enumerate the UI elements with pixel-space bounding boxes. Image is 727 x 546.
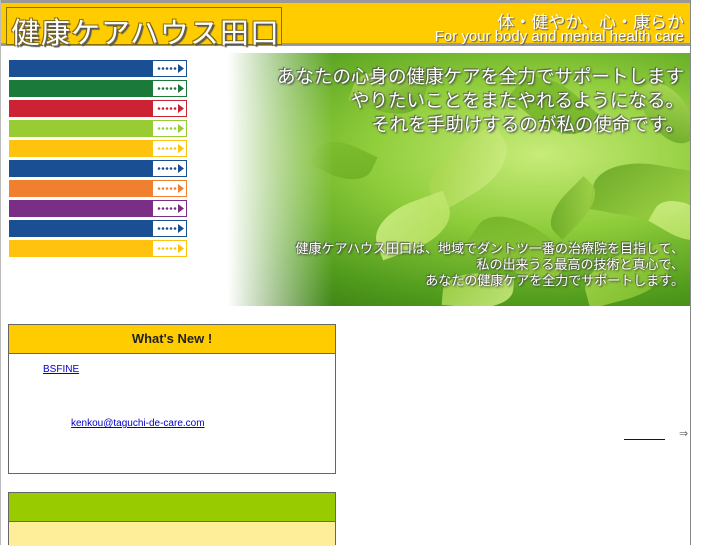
- dotted-arrow-icon: [157, 104, 184, 113]
- secondary-panel-heading: [9, 493, 335, 522]
- hero-headline-line: あなたの心身の健康ケアを全力でサポートします: [276, 66, 684, 87]
- hero-headline-line: やりたいことをまたやれるようになる。: [350, 90, 684, 111]
- hero-banner: あなたの心身の健康ケアを全力でサポートします やりたいことをまたやれるようになる…: [193, 53, 690, 306]
- hero-body: 健康ケアハウス田口は、地域でダントツ一番の治療院を目指して、 私の出来うる最高の…: [296, 241, 684, 289]
- email-link[interactable]: kenkou@taguchi-de-care.com: [71, 418, 205, 429]
- site-title-box[interactable]: 健康ケアハウス田口: [6, 7, 282, 50]
- nav-item-bar: [9, 140, 152, 157]
- hero-headline: あなたの心身の健康ケアを全力でサポートします やりたいことをまたやれるようになる…: [277, 65, 684, 137]
- nav-item-3[interactable]: [9, 100, 187, 117]
- side-navigation: [9, 60, 187, 260]
- hero-body-line: あなたの健康ケアを全力でサポートします。: [425, 273, 684, 288]
- nav-item-bar: [9, 160, 152, 177]
- dotted-arrow-icon: [157, 184, 184, 193]
- nav-item-9[interactable]: [9, 220, 187, 237]
- nav-item-bar: [9, 180, 152, 197]
- tagline-english: For your body and mental health care: [434, 28, 684, 45]
- hero-headline-line: それを手助けするのが私の使命です。: [371, 114, 684, 135]
- dotted-arrow-icon: [157, 244, 184, 253]
- nav-item-6[interactable]: [9, 160, 187, 177]
- dotted-arrow-icon: [157, 124, 184, 133]
- dotted-arrow-icon: [157, 64, 184, 73]
- dotted-arrow-icon: [157, 224, 184, 233]
- nav-item-2[interactable]: [9, 80, 187, 97]
- nav-item-bar: [9, 220, 152, 237]
- whats-new-panel: What's New ! BSFINE kenkou@taguchi-de-ca…: [8, 324, 336, 474]
- hero-body-line: 私の出来うる最高の技術と真心で、: [476, 257, 684, 272]
- nav-item-bar: [9, 240, 152, 257]
- site-header: 健康ケアハウス田口 体・健やか、心・康らか For your body and …: [1, 0, 690, 50]
- nav-item-bar: [9, 120, 152, 137]
- dotted-arrow-icon: [157, 84, 184, 93]
- nav-item-bar: [9, 200, 152, 217]
- dotted-arrow-icon: [157, 164, 184, 173]
- nav-item-8[interactable]: [9, 200, 187, 217]
- right-arrow-icon: ⇒: [679, 428, 689, 440]
- dotted-arrow-icon: [157, 144, 184, 153]
- dotted-arrow-icon: [157, 204, 184, 213]
- nav-item-4[interactable]: [9, 120, 187, 137]
- nav-item-bar: [9, 80, 152, 97]
- nav-item-5[interactable]: [9, 140, 187, 157]
- secondary-panel: [8, 492, 336, 546]
- nav-item-10[interactable]: [9, 240, 187, 257]
- nav-item-7[interactable]: [9, 180, 187, 197]
- bsfine-link[interactable]: BSFINE: [43, 364, 79, 375]
- side-link[interactable]: [624, 430, 665, 440]
- site-title: 健康ケアハウス田口: [11, 16, 280, 50]
- whats-new-heading: What's New !: [9, 325, 335, 354]
- nav-item-1[interactable]: [9, 60, 187, 77]
- nav-item-bar: [9, 60, 152, 77]
- hero-body-line: 健康ケアハウス田口は、地域でダントツ一番の治療院を目指して、: [295, 241, 684, 256]
- nav-item-bar: [9, 100, 152, 117]
- secondary-panel-body: [9, 522, 335, 546]
